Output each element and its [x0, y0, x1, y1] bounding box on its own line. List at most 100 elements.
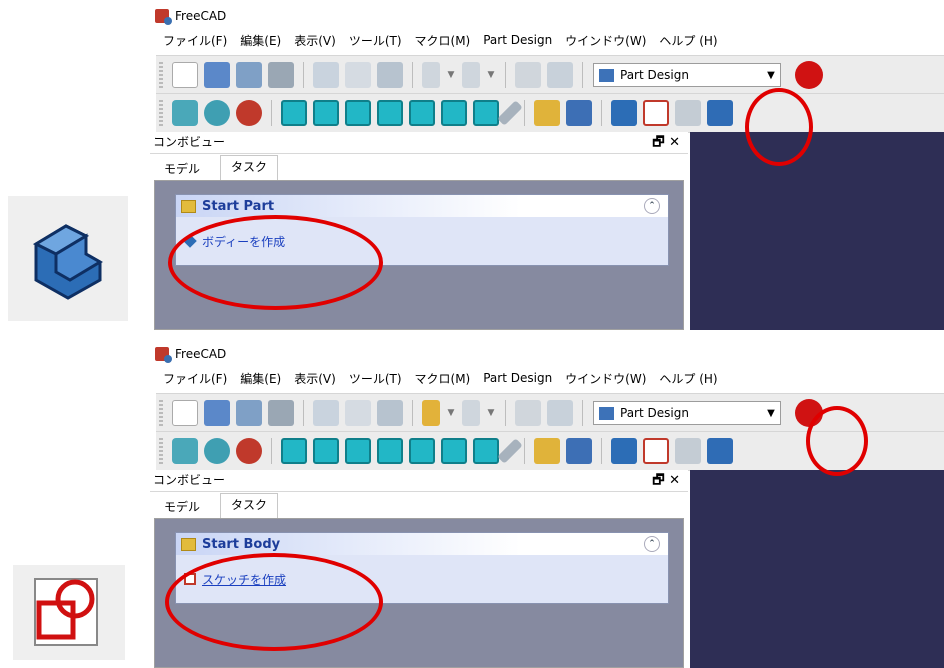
toolbar-grip[interactable]	[159, 400, 163, 426]
menu-macro[interactable]: マクロ(M)	[415, 370, 471, 387]
measure-distance-icon[interactable]	[497, 438, 523, 464]
create-part-icon[interactable]	[534, 438, 560, 464]
tab-model[interactable]: モデル	[154, 496, 210, 518]
paste-icon[interactable]	[377, 400, 403, 426]
create-body-icon[interactable]	[611, 438, 637, 464]
front-view-icon[interactable]	[313, 100, 339, 126]
menu-tools[interactable]: ツール(T)	[349, 32, 402, 49]
menu-part-design[interactable]: Part Design	[483, 33, 552, 47]
left-view-icon[interactable]	[473, 438, 499, 464]
redo-dropdown-icon[interactable]: ▼	[486, 400, 496, 426]
open-folder-icon[interactable]	[204, 62, 230, 88]
collapse-icon[interactable]: ⌃	[644, 198, 660, 214]
toolbar-grip[interactable]	[159, 100, 163, 126]
redo-icon[interactable]	[462, 62, 480, 88]
menu-window[interactable]: ウインドウ(W)	[565, 32, 646, 49]
print-icon[interactable]	[268, 62, 294, 88]
open-folder-icon[interactable]	[204, 400, 230, 426]
workbench-selector[interactable]: Part Design ▼	[593, 401, 781, 425]
right-view-icon[interactable]	[377, 100, 403, 126]
create-sketch-icon[interactable]	[643, 438, 669, 464]
float-icon[interactable]: 🗗	[652, 473, 664, 488]
redo-dropdown-icon[interactable]: ▼	[486, 62, 496, 88]
tab-model[interactable]: モデル	[154, 158, 210, 180]
menu-file[interactable]: ファイル(F)	[163, 370, 227, 387]
save-icon[interactable]	[236, 62, 262, 88]
rear-view-icon[interactable]	[409, 100, 435, 126]
isometric-view-icon[interactable]	[281, 438, 307, 464]
undo-dropdown-icon[interactable]: ▼	[446, 62, 456, 88]
3d-view[interactable]	[690, 470, 944, 668]
new-document-icon[interactable]	[172, 62, 198, 88]
toolbar-grip[interactable]	[159, 62, 163, 88]
menu-macro[interactable]: マクロ(M)	[415, 32, 471, 49]
menu-file[interactable]: ファイル(F)	[163, 32, 227, 49]
toolbar-grip[interactable]	[159, 438, 163, 464]
menu-view[interactable]: 表示(V)	[294, 32, 336, 49]
menu-window[interactable]: ウインドウ(W)	[565, 370, 646, 387]
whats-this-icon[interactable]	[547, 62, 573, 88]
left-view-icon[interactable]	[473, 100, 499, 126]
refresh-icon[interactable]	[515, 400, 541, 426]
menu-edit[interactable]: 編集(E)	[240, 370, 281, 387]
tab-task[interactable]: タスク	[220, 493, 279, 518]
undo-dropdown-icon[interactable]: ▼	[446, 400, 456, 426]
close-icon[interactable]: ✕	[669, 135, 680, 150]
create-part-icon[interactable]	[534, 100, 560, 126]
draw-style-icon[interactable]	[236, 438, 262, 464]
task-box-title: Start Part	[202, 198, 275, 214]
float-icon[interactable]: 🗗	[652, 135, 664, 150]
menu-part-design[interactable]: Part Design	[483, 371, 552, 385]
menu-help[interactable]: ヘルプ (H)	[659, 370, 717, 387]
menu-tools[interactable]: ツール(T)	[349, 370, 402, 387]
create-group-icon[interactable]	[566, 438, 592, 464]
top-view-icon[interactable]	[345, 438, 371, 464]
menu-view[interactable]: 表示(V)	[294, 370, 336, 387]
refresh-icon[interactable]	[515, 62, 541, 88]
bottom-view-icon[interactable]	[441, 438, 467, 464]
shape-binder-icon[interactable]	[707, 100, 733, 126]
chevron-down-icon: ▼	[767, 407, 775, 419]
fit-all-icon[interactable]	[172, 100, 198, 126]
undo-icon[interactable]	[422, 400, 440, 426]
cut-icon[interactable]	[313, 400, 339, 426]
new-document-icon[interactable]	[172, 400, 198, 426]
collapse-icon[interactable]: ⌃	[644, 536, 660, 552]
undo-icon[interactable]	[422, 62, 440, 88]
fit-all-icon[interactable]	[172, 438, 198, 464]
measure-distance-icon[interactable]	[497, 100, 523, 126]
cut-icon[interactable]	[313, 62, 339, 88]
save-icon[interactable]	[236, 400, 262, 426]
print-icon[interactable]	[268, 400, 294, 426]
tab-task[interactable]: タスク	[220, 155, 279, 180]
copy-icon[interactable]	[345, 62, 371, 88]
whats-this-icon[interactable]	[547, 400, 573, 426]
validate-sketch-icon[interactable]	[675, 438, 701, 464]
redo-icon[interactable]	[462, 400, 480, 426]
combo-view-titlebar: コンボビュー 🗗 ✕	[150, 470, 688, 492]
close-icon[interactable]: ✕	[669, 473, 680, 488]
create-group-icon[interactable]	[566, 100, 592, 126]
shape-binder-icon[interactable]	[707, 438, 733, 464]
rear-view-icon[interactable]	[409, 438, 435, 464]
fit-selection-icon[interactable]	[204, 438, 230, 464]
menu-edit[interactable]: 編集(E)	[240, 32, 281, 49]
paste-icon[interactable]	[377, 62, 403, 88]
bottom-view-icon[interactable]	[441, 100, 467, 126]
3d-view[interactable]	[690, 132, 944, 330]
create-body-icon[interactable]	[611, 100, 637, 126]
fit-selection-icon[interactable]	[204, 100, 230, 126]
combo-tabs: モデル タスク	[150, 154, 688, 180]
highlight-circle	[168, 215, 383, 310]
front-view-icon[interactable]	[313, 438, 339, 464]
validate-sketch-icon[interactable]	[675, 100, 701, 126]
isometric-view-icon[interactable]	[281, 100, 307, 126]
copy-icon[interactable]	[345, 400, 371, 426]
macro-record-icon[interactable]	[795, 61, 823, 89]
draw-style-icon[interactable]	[236, 100, 262, 126]
menu-help[interactable]: ヘルプ (H)	[659, 32, 717, 49]
right-view-icon[interactable]	[377, 438, 403, 464]
create-sketch-icon[interactable]	[643, 100, 669, 126]
workbench-selector[interactable]: Part Design ▼	[593, 63, 781, 87]
top-view-icon[interactable]	[345, 100, 371, 126]
